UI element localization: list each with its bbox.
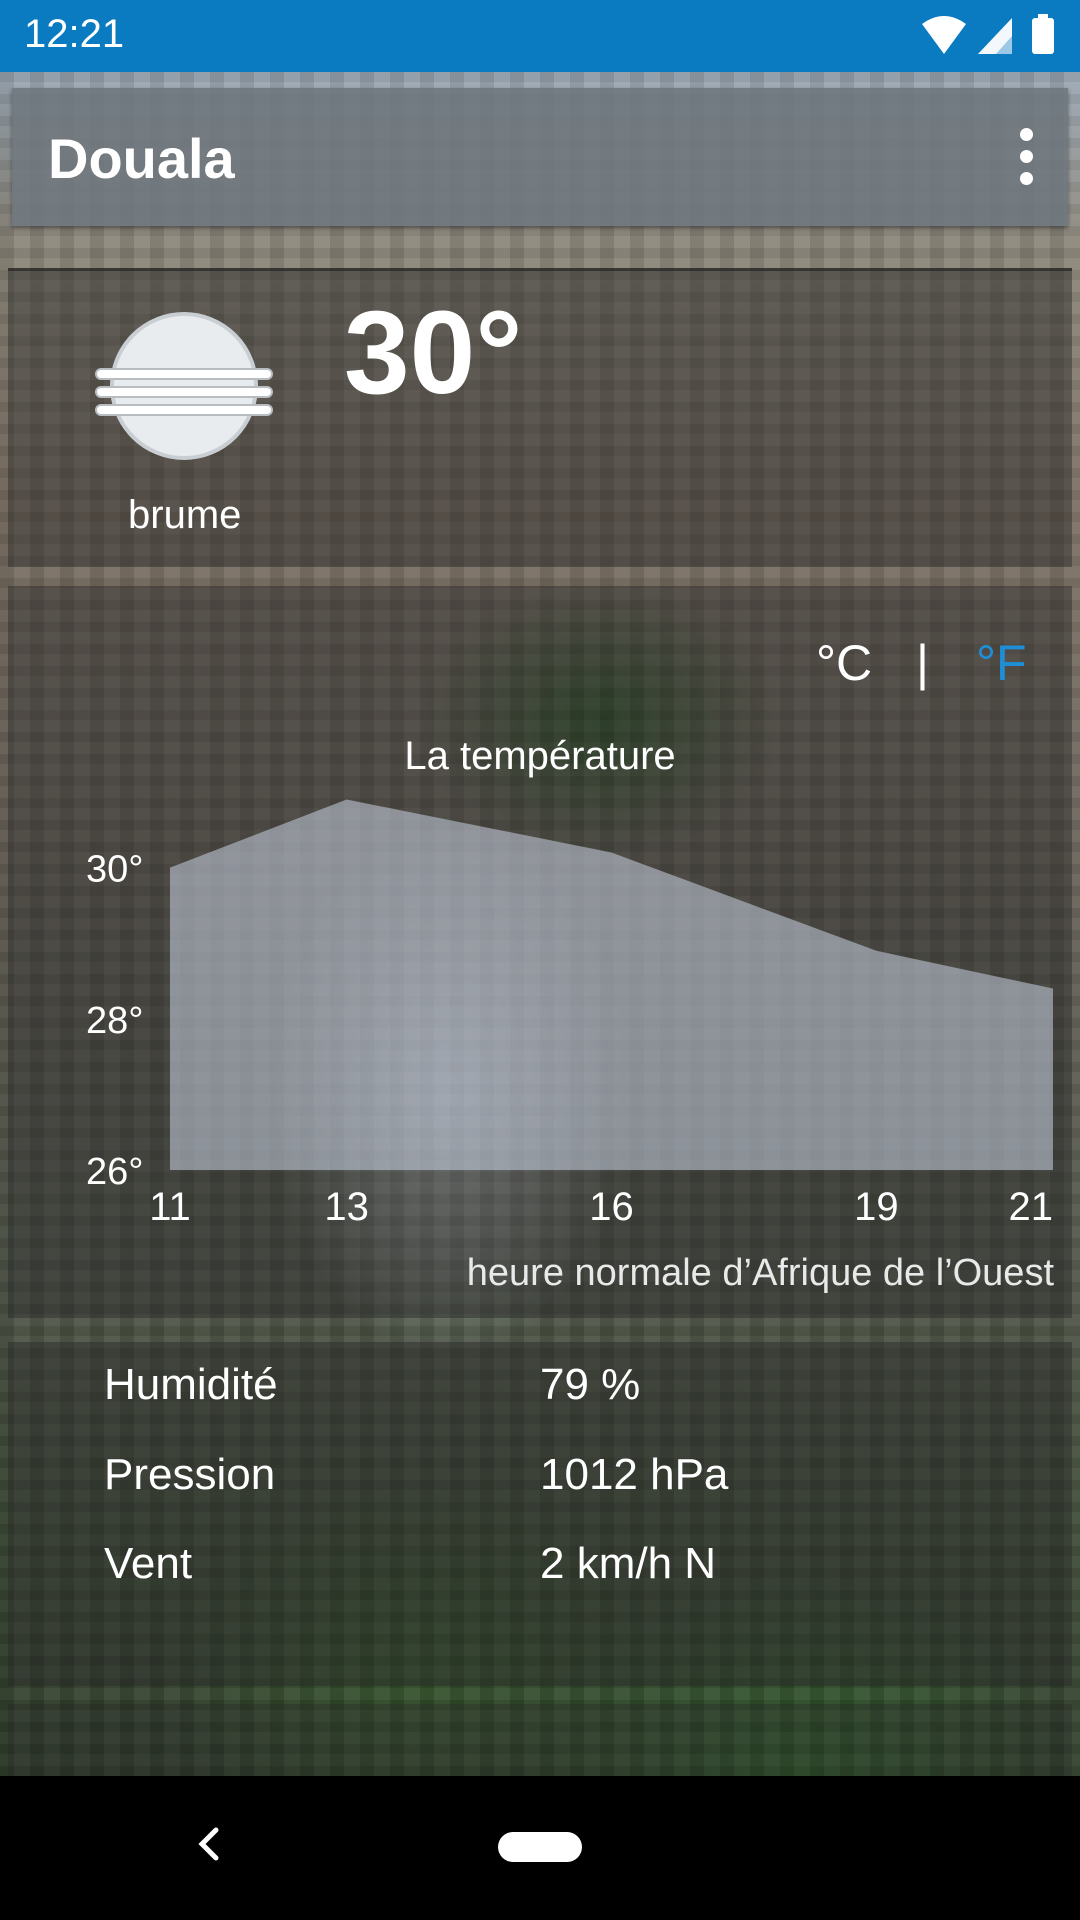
home-pill-icon[interactable] — [498, 1832, 582, 1862]
battery-icon — [1032, 18, 1054, 54]
wind-label: Vent — [104, 1539, 193, 1588]
x-tick-label: 16 — [589, 1185, 634, 1229]
mist-icon — [95, 312, 273, 460]
y-tick-label: 30° — [86, 849, 143, 891]
back-icon[interactable] — [190, 1824, 230, 1864]
current-temperature: 30° — [344, 287, 523, 419]
temperature-chart-card: °C | °F La température 30° 28° 26° 11 13 16 19… — [8, 586, 1072, 1318]
humidity-label: Humidité — [104, 1360, 278, 1409]
app-bar: Douala — [12, 88, 1068, 226]
status-icons — [922, 14, 1054, 54]
temperature-chart: 30° 28° 26°11 13 16 19 21 — [86, 799, 1054, 1229]
humidity-value: 79 % — [540, 1360, 641, 1409]
y-tick-label: 26° — [86, 1151, 143, 1193]
timezone-label: heure normale d’Afrique de l’Ouest — [466, 1252, 1054, 1294]
pressure-value: 1012 hPa — [540, 1450, 729, 1499]
wind-value: 2 km/h N — [540, 1539, 717, 1588]
navigation-bar — [0, 1776, 1080, 1920]
status-time: 12:21 — [24, 12, 125, 56]
current-weather-card: brume 30° — [8, 268, 1072, 567]
status-bar: 12:21 — [0, 0, 1080, 72]
temperature-area — [170, 799, 1053, 1170]
x-tick-label: 11 — [149, 1185, 191, 1229]
x-tick-label: 13 — [324, 1185, 369, 1229]
pressure-label: Pression — [104, 1450, 276, 1499]
y-tick-label: 28° — [86, 1000, 143, 1042]
battery-tip — [1038, 14, 1048, 19]
more-vert-icon[interactable] — [1014, 128, 1038, 188]
next-card-peek — [8, 1704, 1072, 1776]
x-tick-label: 19 — [854, 1185, 899, 1229]
city-title: Douala — [48, 127, 235, 190]
wifi-icon — [922, 16, 966, 54]
condition-label: brume — [128, 493, 242, 537]
x-tick-label: 21 — [1009, 1185, 1054, 1229]
details-card: Humidité 79 % Pression 1012 hPa Vent 2 k… — [8, 1342, 1072, 1686]
